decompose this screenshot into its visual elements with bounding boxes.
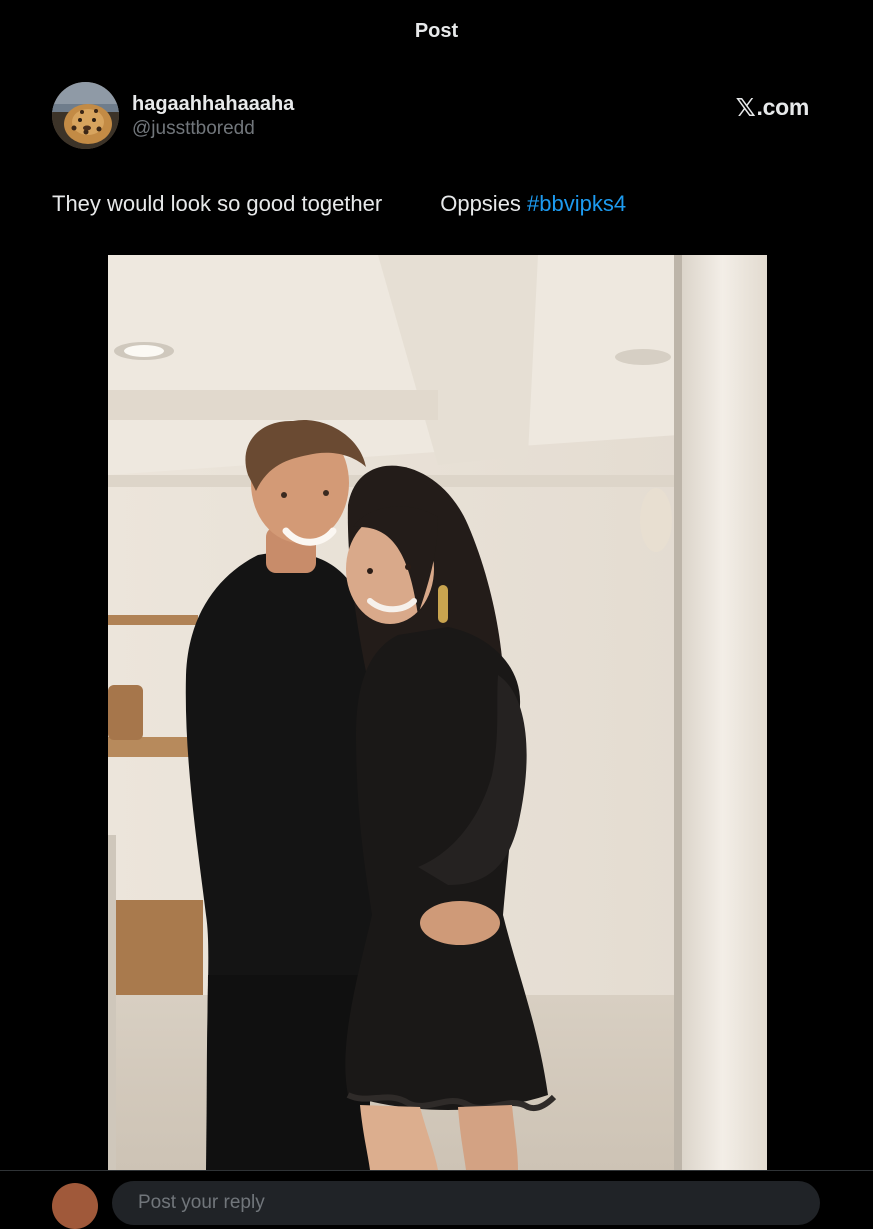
top-bar: Post <box>0 0 873 64</box>
reply-bar: Post your reply <box>0 1170 873 1229</box>
x-com-watermark: 𝕏 .com <box>735 93 810 122</box>
current-user-avatar <box>52 1183 98 1229</box>
author-avatar[interactable] <box>52 82 119 149</box>
post-text: They would look so good together Oppsies … <box>52 189 626 219</box>
post-image[interactable] <box>108 255 767 1170</box>
post-header: hagaahhahaaaha @jussttboredd 𝕏 .com <box>52 82 822 152</box>
post-text-part-2: Oppsies <box>440 191 528 216</box>
hashtag-link[interactable]: #bbvipks4 <box>527 191 626 216</box>
post-text-part-1: They would look so good together <box>52 191 383 216</box>
x-logo-icon: 𝕏 <box>735 93 756 122</box>
page-title: Post <box>414 20 459 42</box>
author-display-name[interactable]: hagaahhahaaaha <box>132 92 294 116</box>
author-meta: hagaahhahaaaha @jussttboredd <box>132 92 294 141</box>
source-label: .com <box>756 94 810 120</box>
author-handle[interactable]: @jussttboredd <box>132 117 294 141</box>
reply-input[interactable]: Post your reply <box>112 1181 820 1225</box>
